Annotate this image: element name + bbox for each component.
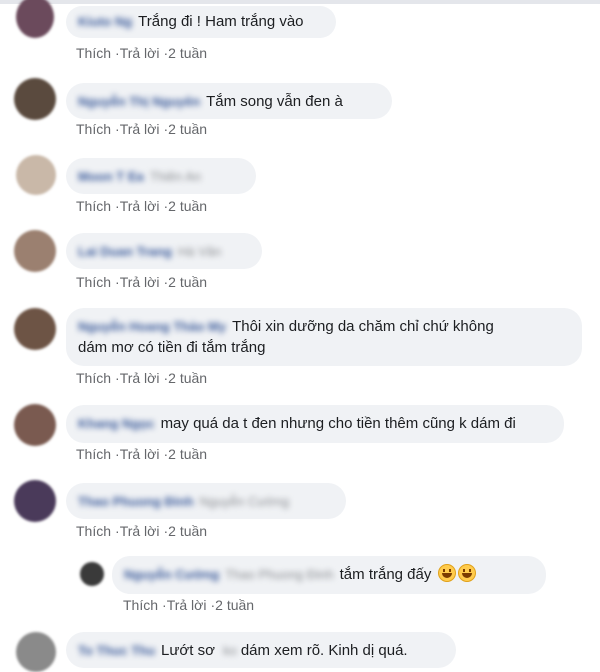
- reply-link[interactable]: Trả lời: [120, 446, 160, 462]
- reply-link[interactable]: Trả lời: [120, 370, 160, 386]
- timestamp[interactable]: 2 tuần: [168, 523, 207, 539]
- timestamp[interactable]: 2 tuần: [168, 446, 207, 462]
- comment-bubble: Lai Duan Trang Hà Văn: [66, 233, 262, 269]
- comment-bubble: Thao Phuong Đinh Nguyễn Cường: [66, 483, 346, 519]
- comment-bubble: Khang Ngọc may quá da t đen nhưng cho tiề…: [66, 405, 564, 443]
- avatar[interactable]: [14, 230, 56, 272]
- comment-author[interactable]: Nguyễn Hoang Thảo My: [78, 316, 226, 337]
- top-divider: [0, 0, 600, 4]
- avatar[interactable]: [14, 78, 56, 120]
- grinning-emoji-icon: [457, 564, 476, 582]
- comment-author[interactable]: To Thuc Thu: [78, 640, 155, 661]
- comment-text: tắm trắng đấy: [339, 566, 432, 583]
- comment-actions: Thích ·Trả lời ·2 tuần: [76, 121, 208, 137]
- tagged-name[interactable]: Thao Phuong Đinh: [225, 564, 333, 585]
- reply-link[interactable]: Trả lời: [120, 198, 160, 214]
- reply-link[interactable]: Trả lời: [120, 45, 160, 61]
- comment-text: Thôi xin dưỡng da chăm chỉ chứ không: [232, 318, 494, 335]
- timestamp[interactable]: 2 tuần: [168, 274, 207, 290]
- like-link[interactable]: Thích: [123, 597, 158, 613]
- comment-bubble: Kiuto Ng Trắng đi ! Ham trắng vào: [66, 6, 336, 38]
- comment-text: Trắng đi ! Ham trắng vào: [138, 13, 304, 30]
- like-link[interactable]: Thích: [76, 198, 111, 214]
- tagged-name[interactable]: Thiên An: [150, 166, 201, 187]
- timestamp[interactable]: 2 tuần: [168, 121, 207, 137]
- avatar[interactable]: [16, 0, 54, 38]
- comment-author[interactable]: Lai Duan Trang: [78, 241, 172, 262]
- like-link[interactable]: Thích: [76, 121, 111, 137]
- reply-link[interactable]: Trả lời: [120, 523, 160, 539]
- comment-actions: Thích ·Trả lời ·2 tuần: [76, 198, 208, 214]
- comment-author[interactable]: Khang Ngọc: [78, 413, 155, 434]
- like-link[interactable]: Thích: [76, 370, 111, 386]
- comment-actions: Thích ·Trả lời ·2 tuần: [76, 45, 208, 61]
- timestamp[interactable]: 2 tuần: [168, 370, 207, 386]
- comment-text-line2: dám mơ có tiền đi tắm trắng: [78, 339, 266, 356]
- comment-text: Tắm song vẫn đen à: [206, 93, 343, 110]
- avatar[interactable]: [80, 562, 104, 586]
- comment-author[interactable]: Moon T Ea: [78, 166, 144, 187]
- comment-bubble: Moon T Ea Thiên An: [66, 158, 256, 194]
- timestamp[interactable]: 2 tuần: [168, 198, 207, 214]
- comment-author[interactable]: Thao Phuong Đinh: [78, 491, 194, 512]
- timestamp[interactable]: 2 tuần: [168, 45, 207, 61]
- comment-actions: Thích ·Trả lời ·2 tuần: [76, 446, 208, 462]
- avatar[interactable]: [14, 480, 56, 522]
- like-link[interactable]: Thích: [76, 523, 111, 539]
- comment-bubble: To Thuc Thu Lướt sơ ko dám xem rõ. Kinh dị…: [66, 632, 456, 668]
- avatar[interactable]: [16, 155, 56, 195]
- avatar[interactable]: [16, 632, 56, 672]
- timestamp[interactable]: 2 tuần: [215, 597, 254, 613]
- avatar[interactable]: [14, 308, 56, 350]
- comment-author[interactable]: Nguyễn Thị Nguyên: [78, 91, 200, 112]
- reply-link[interactable]: Trả lời: [167, 597, 207, 613]
- reply-link[interactable]: Trả lời: [120, 274, 160, 290]
- comment-text: may quá da t đen nhưng cho tiền thêm cũn…: [160, 415, 516, 432]
- comment-author[interactable]: Nguyễn Cường: [124, 564, 219, 585]
- comment-actions: Thích ·Trả lời ·2 tuần: [123, 597, 255, 613]
- tagged-name[interactable]: Hà Văn: [178, 241, 221, 262]
- like-link[interactable]: Thích: [76, 274, 111, 290]
- comment-actions: Thích ·Trả lời ·2 tuần: [76, 523, 208, 539]
- blurred-word: ko: [223, 643, 237, 658]
- comment-actions: Thích ·Trả lời ·2 tuần: [76, 370, 208, 386]
- grinning-emoji-icon: [437, 564, 456, 582]
- comment-bubble: Nguyễn Hoang Thảo My Thôi xin dưỡng da ch…: [66, 308, 582, 366]
- like-link[interactable]: Thích: [76, 446, 111, 462]
- comment-text-cont: dám xem rõ. Kinh dị quá.: [240, 642, 408, 659]
- comment-bubble: Nguyễn Cường Thao Phuong Đinh tắm trắng đấ…: [112, 556, 546, 594]
- comment-text: Lướt sơ: [161, 642, 215, 659]
- reply-link[interactable]: Trả lời: [120, 121, 160, 137]
- avatar[interactable]: [14, 404, 56, 446]
- comment-bubble: Nguyễn Thị Nguyên Tắm song vẫn đen à: [66, 83, 392, 119]
- like-link[interactable]: Thích: [76, 45, 111, 61]
- comment-author[interactable]: Kiuto Ng: [78, 11, 132, 32]
- tagged-name[interactable]: Nguyễn Cường: [200, 491, 290, 512]
- comment-actions: Thích ·Trả lời ·2 tuần: [76, 274, 208, 290]
